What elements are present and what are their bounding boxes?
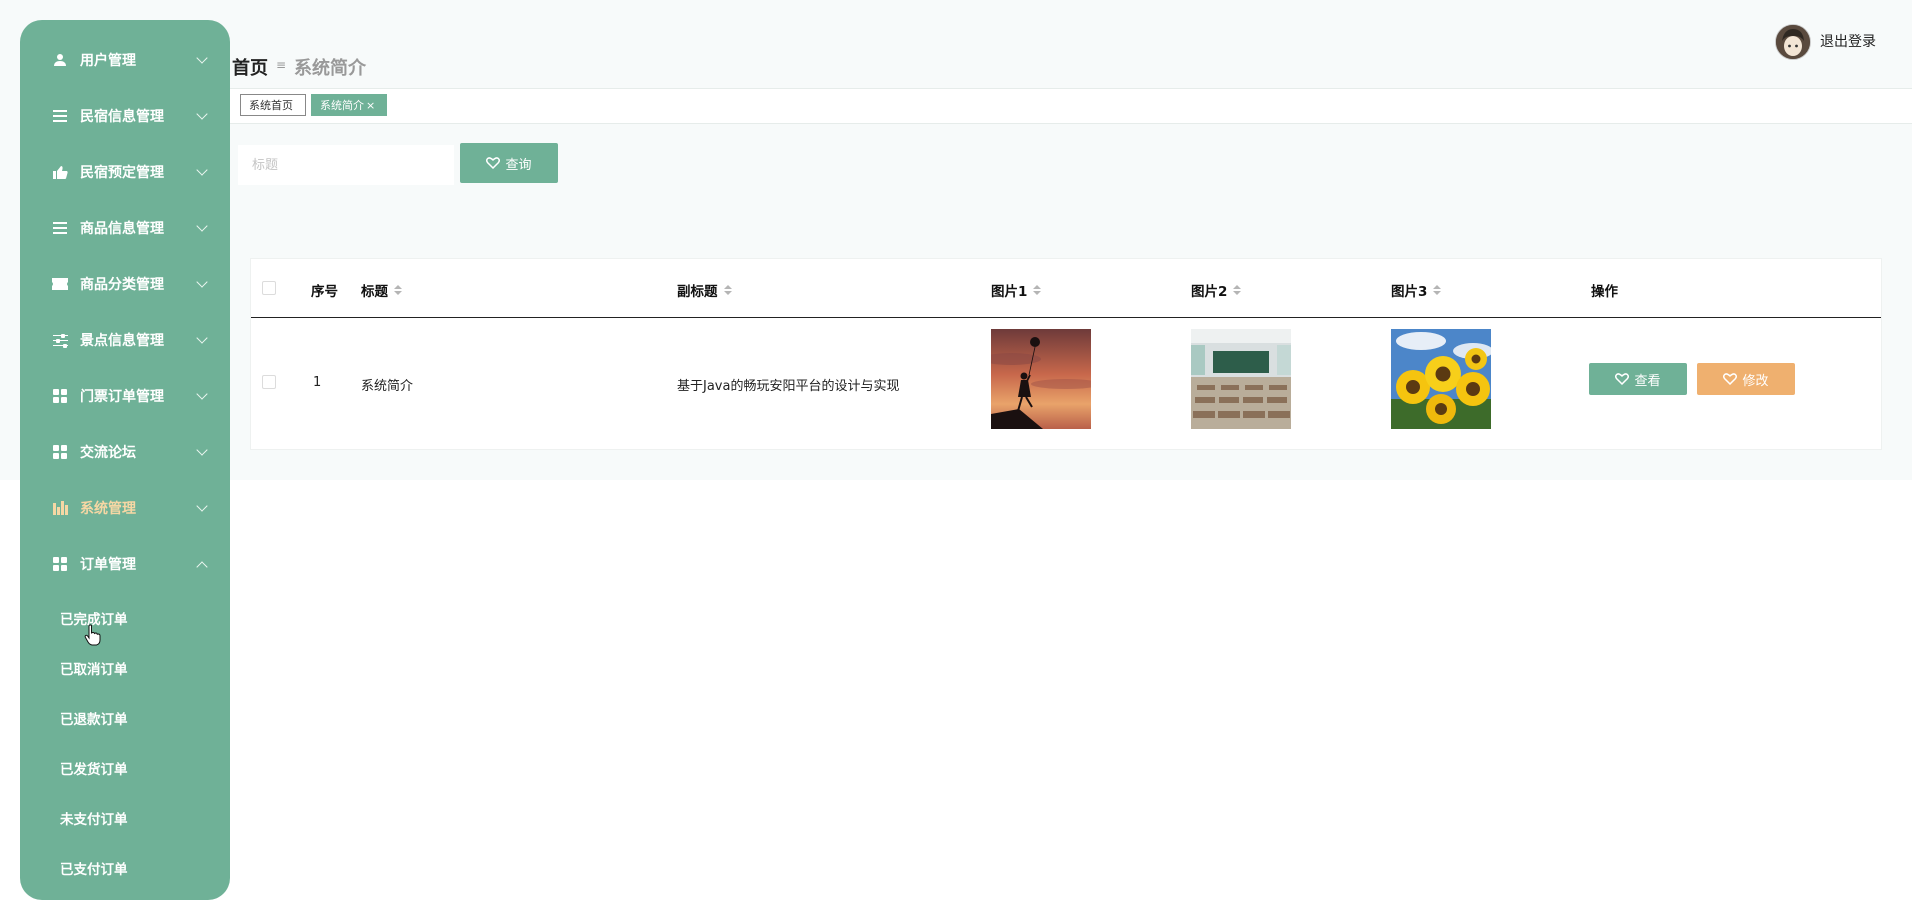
column-header-subtitle[interactable]: 副标题 xyxy=(677,280,732,300)
heart-icon xyxy=(1723,373,1738,385)
submenu-item-refunded-orders[interactable]: 已退款订单 xyxy=(60,708,128,728)
heart-icon xyxy=(486,157,501,169)
chevron-down-icon xyxy=(196,388,208,400)
grid-icon xyxy=(52,556,68,572)
query-button-label: 查询 xyxy=(505,156,532,172)
chevron-down-icon xyxy=(196,276,208,288)
sidebar-item-label: 用户管理 xyxy=(80,53,136,69)
row-subtitle: 基于Java的畅玩安阳平台的设计与实现 xyxy=(677,379,900,394)
sidebar-item-attraction-info[interactable]: 景点信息管理 xyxy=(20,312,230,368)
hand-cursor-icon xyxy=(84,624,101,646)
breadcrumb-current: 系统简介 xyxy=(294,58,366,79)
sort-icon[interactable] xyxy=(1433,285,1442,295)
grid-icon xyxy=(52,444,68,460)
sidebar-item-user-management[interactable]: 用户管理 xyxy=(20,32,230,88)
thumbs-up-icon xyxy=(52,164,68,180)
chart-icon xyxy=(52,500,68,516)
sidebar-item-product-category[interactable]: 商品分类管理 xyxy=(20,256,230,312)
list-icon xyxy=(52,108,68,124)
sliders-icon xyxy=(52,332,68,348)
sidebar-item-label: 商品信息管理 xyxy=(80,221,164,237)
sidebar-item-forum[interactable]: 交流论坛 xyxy=(20,424,230,480)
column-header-title[interactable]: 标题 xyxy=(361,280,402,300)
sidebar-item-product-info[interactable]: 商品信息管理 xyxy=(20,200,230,256)
list-icon xyxy=(52,220,68,236)
edit-button-label: 修改 xyxy=(1742,372,1769,388)
tag-system-intro[interactable]: 系统简介 × xyxy=(311,94,387,116)
query-button[interactable]: 查询 xyxy=(460,143,558,183)
submenu-item-shipped-orders[interactable]: 已发货订单 xyxy=(60,758,128,778)
submenu-item-unpaid-orders[interactable]: 未支付订单 xyxy=(60,808,128,828)
table-header: 序号 标题 副标题 图片1 图片2 图片3 操作 xyxy=(251,259,1881,318)
sidebar-item-homestay-booking[interactable]: 民宿预定管理 xyxy=(20,144,230,200)
sidebar: 用户管理 民宿信息管理 民宿预定管理 商品信息管理 商品分类管理 景点信息管理 … xyxy=(20,20,230,900)
heart-icon xyxy=(1615,373,1630,385)
sidebar-item-label: 民宿信息管理 xyxy=(80,109,164,125)
sidebar-item-label: 订单管理 xyxy=(80,557,136,573)
chevron-down-icon xyxy=(196,332,208,344)
user-icon xyxy=(52,52,68,68)
data-table: 序号 标题 副标题 图片1 图片2 图片3 操作 1 系统简介 基于Java的畅… xyxy=(250,258,1882,450)
sidebar-item-label: 民宿预定管理 xyxy=(80,165,164,181)
chevron-down-icon xyxy=(196,52,208,64)
ticket-icon xyxy=(52,276,68,292)
submenu-item-cancelled-orders[interactable]: 已取消订单 xyxy=(60,658,128,678)
chevron-down-icon xyxy=(196,220,208,232)
silhouette-girl-balloon-image[interactable] xyxy=(991,329,1091,429)
row-index: 1 xyxy=(313,375,322,390)
avatar[interactable] xyxy=(1775,24,1811,60)
sidebar-item-label: 系统管理 xyxy=(80,501,136,517)
column-header-image2[interactable]: 图片2 xyxy=(1191,280,1242,300)
sidebar-item-ticket-orders[interactable]: 门票订单管理 xyxy=(20,368,230,424)
column-header-actions: 操作 xyxy=(1591,284,1618,300)
select-all-checkbox[interactable] xyxy=(262,281,276,295)
chevron-down-icon xyxy=(196,444,208,456)
sidebar-item-system-management[interactable]: 系统管理 xyxy=(20,480,230,536)
row-checkbox[interactable] xyxy=(262,375,276,389)
view-button[interactable]: 查看 xyxy=(1589,363,1687,395)
sidebar-item-label: 门票订单管理 xyxy=(80,389,164,405)
breadcrumb-separator-icon: ≡ xyxy=(276,58,287,72)
classroom-image[interactable] xyxy=(1191,329,1291,429)
tag-system-home[interactable]: 系统首页 xyxy=(240,94,306,116)
chevron-down-icon xyxy=(196,164,208,176)
grid-icon xyxy=(52,388,68,404)
tag-bar: 系统首页 系统简介 × xyxy=(230,88,1912,124)
sidebar-item-label: 交流论坛 xyxy=(80,445,136,461)
tag-label: 系统简介 xyxy=(320,99,364,112)
row-title: 系统简介 xyxy=(361,379,414,394)
sunflowers-image[interactable] xyxy=(1391,329,1491,429)
column-header-image3[interactable]: 图片3 xyxy=(1391,280,1442,300)
sidebar-item-label: 景点信息管理 xyxy=(80,333,164,349)
close-icon[interactable]: × xyxy=(366,99,375,112)
edit-button[interactable]: 修改 xyxy=(1697,363,1795,395)
chevron-down-icon xyxy=(196,108,208,120)
sidebar-item-homestay-info[interactable]: 民宿信息管理 xyxy=(20,88,230,144)
sidebar-item-order-management[interactable]: 订单管理 xyxy=(20,536,230,592)
title-search-input[interactable] xyxy=(238,145,454,185)
view-button-label: 查看 xyxy=(1634,372,1661,388)
sort-icon[interactable] xyxy=(394,285,402,295)
column-header-index: 序号 xyxy=(311,284,338,300)
logout-link[interactable]: 退出登录 xyxy=(1820,31,1876,51)
chevron-up-icon xyxy=(196,561,208,573)
chevron-down-icon xyxy=(196,500,208,512)
breadcrumb-home[interactable]: 首页 xyxy=(232,54,268,80)
sort-icon[interactable] xyxy=(1033,285,1042,295)
sort-icon[interactable] xyxy=(723,285,732,295)
column-header-image1[interactable]: 图片1 xyxy=(991,280,1042,300)
submenu-item-paid-orders[interactable]: 已支付订单 xyxy=(60,858,128,878)
sort-icon[interactable] xyxy=(1233,285,1242,295)
sidebar-item-label: 商品分类管理 xyxy=(80,277,164,293)
